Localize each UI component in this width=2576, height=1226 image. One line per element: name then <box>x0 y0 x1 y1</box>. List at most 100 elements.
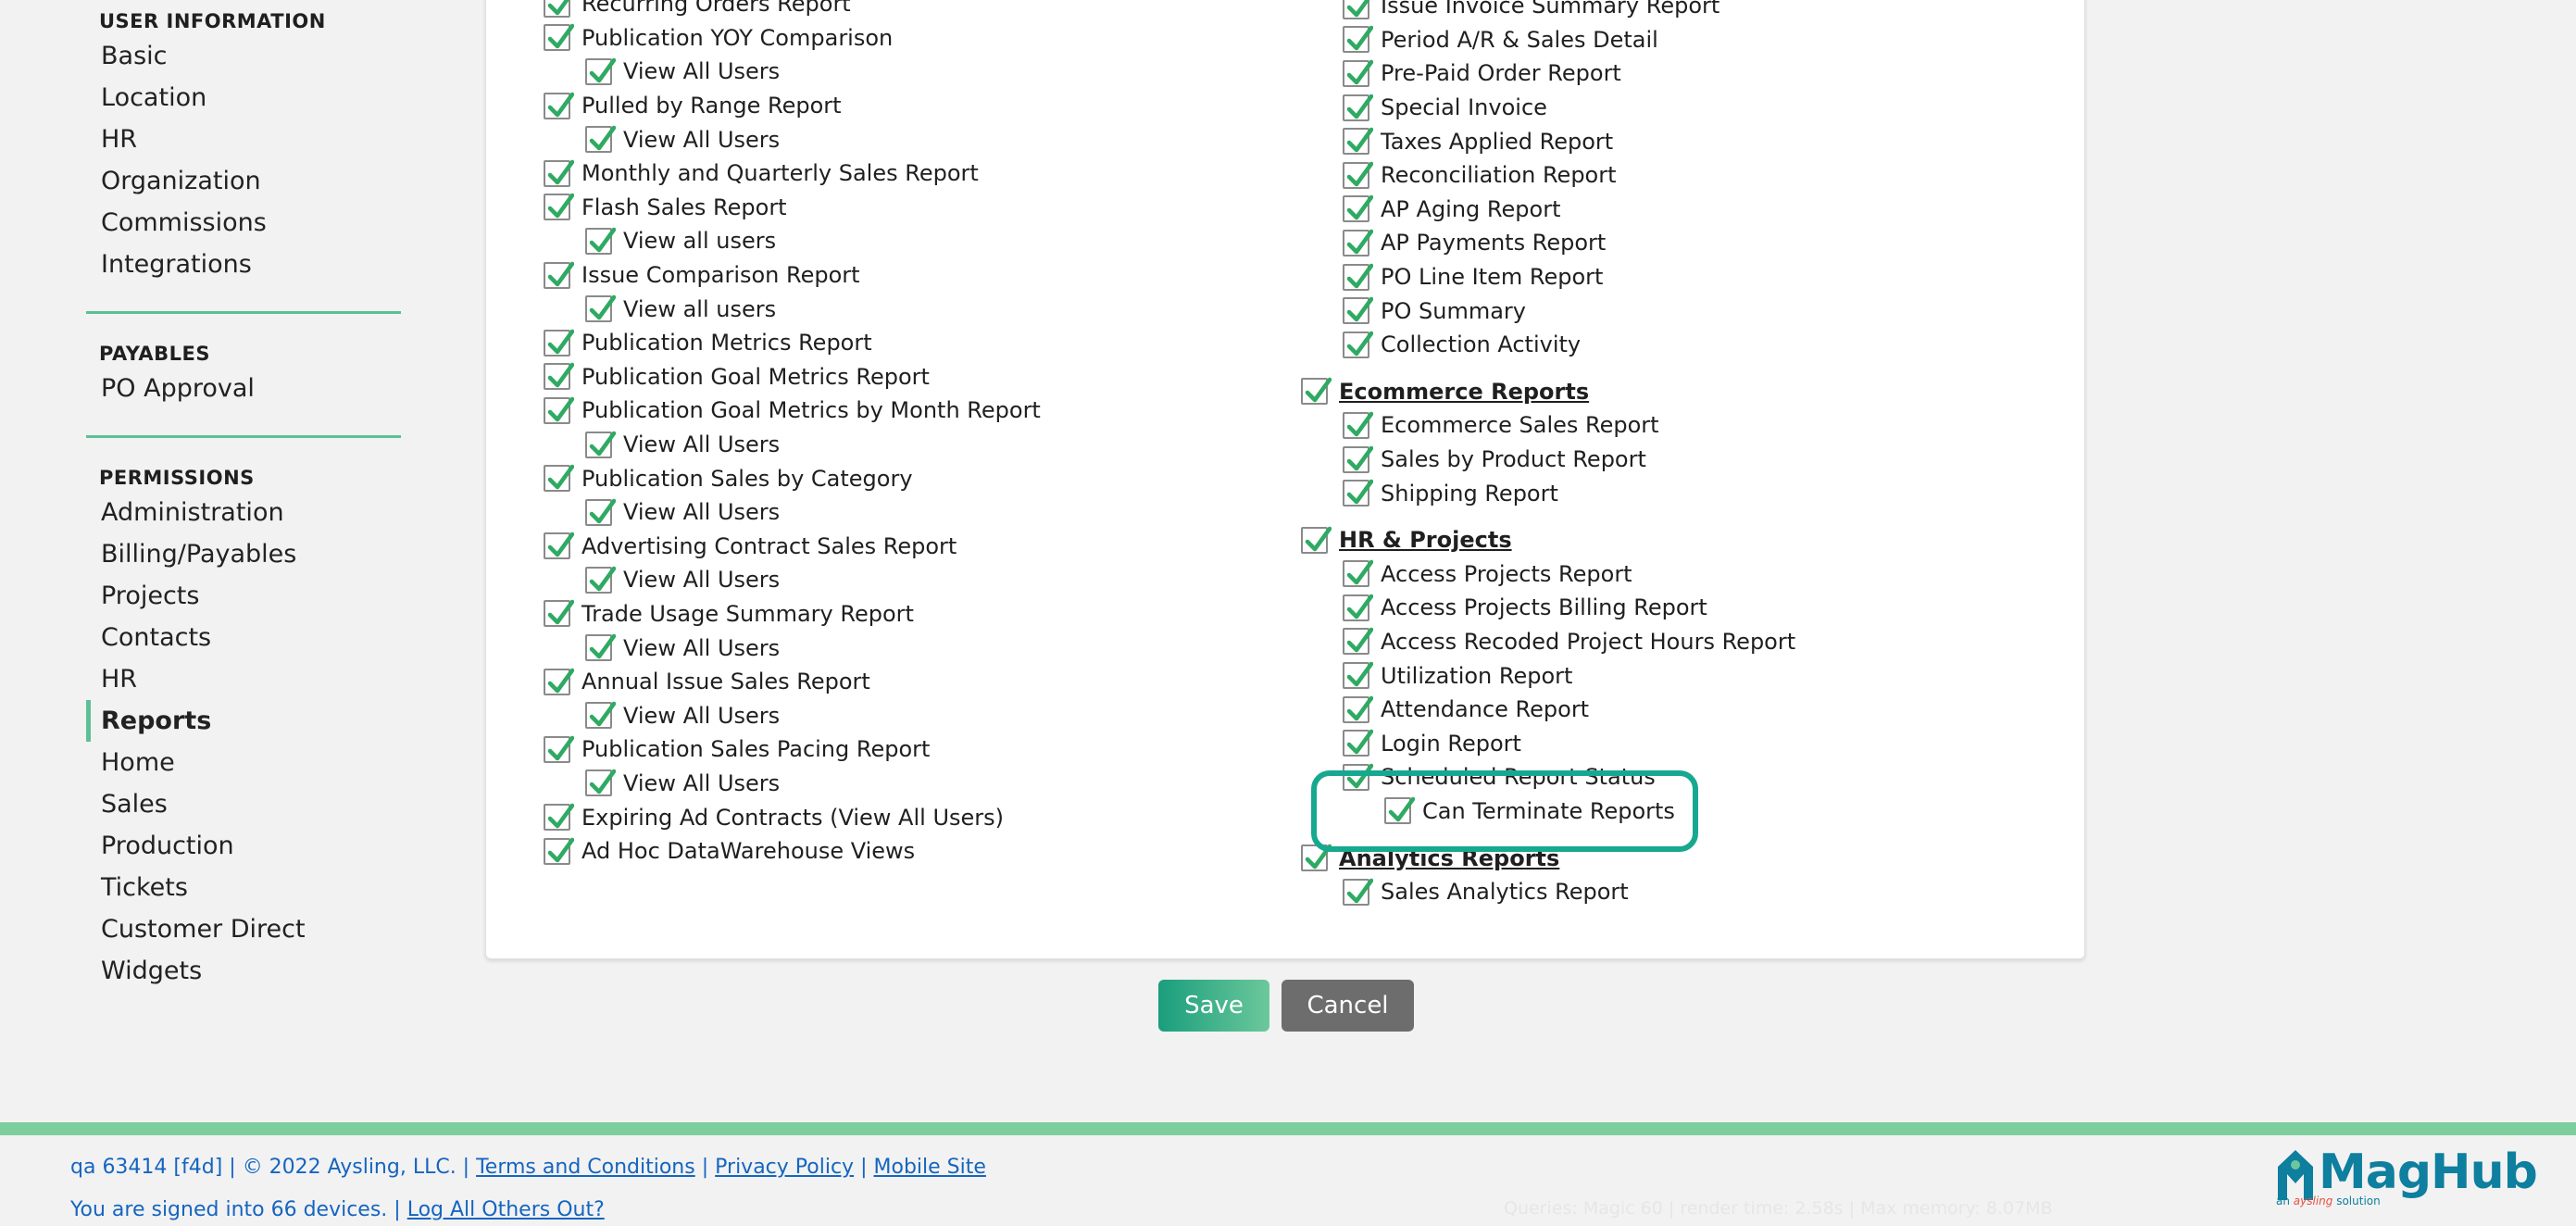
sidebar-item-po-approval[interactable]: PO Approval <box>86 368 401 409</box>
checkbox-checked-icon[interactable] <box>1343 0 1370 19</box>
permission-row: AP Payments Report <box>1301 226 1795 260</box>
checkbox-checked-icon[interactable] <box>544 532 574 560</box>
checkbox-checked-icon[interactable] <box>1301 526 1332 554</box>
permission-label: Period A/R & Sales Detail <box>1381 26 1658 53</box>
sidebar-item-integrations[interactable]: Integrations <box>86 244 401 285</box>
tagline-prefix: an <box>2276 1195 2294 1207</box>
checkbox-checked-icon[interactable] <box>544 261 574 289</box>
checkbox-checked-icon[interactable] <box>1343 594 1373 621</box>
permission-row: Special Invoice <box>1301 91 1795 125</box>
permission-row: Publication YOY Comparison <box>544 21 1041 56</box>
separator: | <box>860 1156 868 1179</box>
checkbox-checked-icon[interactable] <box>1343 195 1373 223</box>
permission-section-analytics-reports: Analytics Reports <box>1301 841 1795 875</box>
permission-row: View All Users <box>544 495 1041 530</box>
checkbox-checked-icon[interactable] <box>544 159 574 187</box>
sidebar-item-contacts[interactable]: Contacts <box>86 617 401 658</box>
checkbox-checked-icon[interactable] <box>1343 479 1373 507</box>
checkbox-checked-icon[interactable] <box>1301 378 1332 406</box>
checkbox-checked-icon[interactable] <box>1343 229 1373 256</box>
sidebar-item-reports[interactable]: Reports <box>86 700 401 742</box>
checkbox-checked-icon[interactable] <box>585 769 616 797</box>
checkbox-checked-icon[interactable] <box>1343 661 1373 690</box>
checkbox-checked-icon[interactable] <box>544 329 574 357</box>
checkbox-checked-icon[interactable] <box>1343 730 1373 757</box>
checkbox-checked-icon[interactable] <box>585 294 616 323</box>
permission-row: View All Users <box>544 55 1041 89</box>
checkbox-checked-icon[interactable] <box>544 24 574 52</box>
checkbox-checked-icon[interactable] <box>585 633 616 662</box>
sidebar-item-widgets[interactable]: Widgets <box>86 950 401 992</box>
checkbox-checked-icon[interactable] <box>1343 695 1373 723</box>
permission-label: Ecommerce Reports <box>1339 378 1590 405</box>
checkbox-checked-icon[interactable] <box>1343 59 1373 87</box>
checkbox-checked-icon[interactable] <box>585 498 616 526</box>
checkbox-checked-icon[interactable] <box>544 363 574 391</box>
permission-label: PO Line Item Report <box>1381 264 1604 291</box>
checkbox-checked-icon[interactable] <box>585 125 616 154</box>
save-button[interactable]: Save <box>1158 980 1269 1032</box>
checkbox-checked-icon[interactable] <box>544 668 574 695</box>
checkbox-checked-icon[interactable] <box>544 735 574 763</box>
checkbox-checked-icon[interactable] <box>1343 445 1373 473</box>
checkbox-checked-icon[interactable] <box>585 431 616 458</box>
log-others-out-link[interactable]: Log All Others Out? <box>407 1198 605 1221</box>
checkbox-checked-icon[interactable] <box>1343 26 1373 54</box>
sidebar-item-location[interactable]: Location <box>86 77 401 119</box>
permission-row: Ad Hoc DataWarehouse Views <box>544 834 1041 869</box>
sidebar-item-projects[interactable]: Projects <box>86 575 401 617</box>
checkbox-checked-icon[interactable] <box>544 396 574 424</box>
sidebar-item-home[interactable]: Home <box>86 742 401 783</box>
privacy-link[interactable]: Privacy Policy <box>715 1156 854 1179</box>
permission-row: Access Projects Billing Report <box>1301 591 1795 625</box>
sidebar-item-basic[interactable]: Basic <box>86 35 401 77</box>
checkbox-checked-icon[interactable] <box>1343 331 1373 358</box>
checkbox-checked-icon[interactable] <box>1343 411 1373 439</box>
permission-row: View all users <box>544 292 1041 326</box>
sidebar-item-production[interactable]: Production <box>86 825 401 867</box>
sidebar: USER INFORMATION Basic Location HR Organizat… <box>86 0 401 992</box>
checkbox-checked-icon[interactable] <box>544 837 574 865</box>
checkbox-checked-icon[interactable] <box>544 600 574 628</box>
right-permission-column: Issue Invoice Summary Report Period A/R &… <box>1301 0 1795 908</box>
checkbox-checked-icon[interactable] <box>1343 560 1373 588</box>
sidebar-item-organization[interactable]: Organization <box>86 160 401 202</box>
checkbox-checked-icon[interactable] <box>585 566 616 594</box>
footer-session-line: You are signed into 66 devices. | Log Al… <box>70 1189 986 1226</box>
checkbox-checked-icon[interactable] <box>544 194 574 221</box>
sidebar-item-commissions[interactable]: Commissions <box>86 202 401 244</box>
checkbox-checked-icon[interactable] <box>1301 844 1332 872</box>
checkbox-checked-icon[interactable] <box>585 702 616 730</box>
checkbox-checked-icon[interactable] <box>1343 296 1373 325</box>
sidebar-item-customer-direct[interactable]: Customer Direct <box>86 908 401 950</box>
checkbox-checked-icon[interactable] <box>585 57 616 85</box>
permission-row: Advertising Contract Sales Report <box>544 530 1041 564</box>
sidebar-item-tickets[interactable]: Tickets <box>86 867 401 908</box>
permission-row: Publication Metrics Report <box>544 326 1041 360</box>
permission-label: Scheduled Report Status <box>1381 764 1656 791</box>
sidebar-item-billing-payables[interactable]: Billing/Payables <box>86 533 401 575</box>
checkbox-checked-icon[interactable] <box>1343 127 1373 156</box>
checkbox-checked-icon[interactable] <box>1384 797 1415 825</box>
checkbox-checked-icon[interactable] <box>544 0 570 18</box>
checkbox-checked-icon[interactable] <box>1343 263 1373 291</box>
checkbox-checked-icon[interactable] <box>544 92 574 119</box>
checkbox-checked-icon[interactable] <box>1343 878 1373 906</box>
checkbox-checked-icon[interactable] <box>585 227 616 255</box>
mobile-site-link[interactable]: Mobile Site <box>874 1156 986 1179</box>
checkbox-checked-icon[interactable] <box>1343 94 1373 121</box>
sidebar-item-hr[interactable]: HR <box>86 658 401 700</box>
sidebar-item-sales[interactable]: Sales <box>86 783 401 825</box>
permission-label: View All Users <box>623 769 781 796</box>
checkbox-checked-icon[interactable] <box>1343 628 1373 656</box>
checkbox-checked-icon[interactable] <box>1343 161 1373 189</box>
sidebar-item-hr[interactable]: HR <box>86 119 401 160</box>
checkbox-checked-icon[interactable] <box>544 464 574 493</box>
permission-label: Taxes Applied Report <box>1381 128 1614 155</box>
tagline-brand: aysling <box>2293 1195 2333 1207</box>
checkbox-checked-icon[interactable] <box>1343 763 1373 791</box>
terms-link[interactable]: Terms and Conditions <box>476 1156 695 1179</box>
cancel-button[interactable]: Cancel <box>1282 980 1414 1032</box>
checkbox-checked-icon[interactable] <box>544 803 574 832</box>
sidebar-item-administration[interactable]: Administration <box>86 492 401 533</box>
